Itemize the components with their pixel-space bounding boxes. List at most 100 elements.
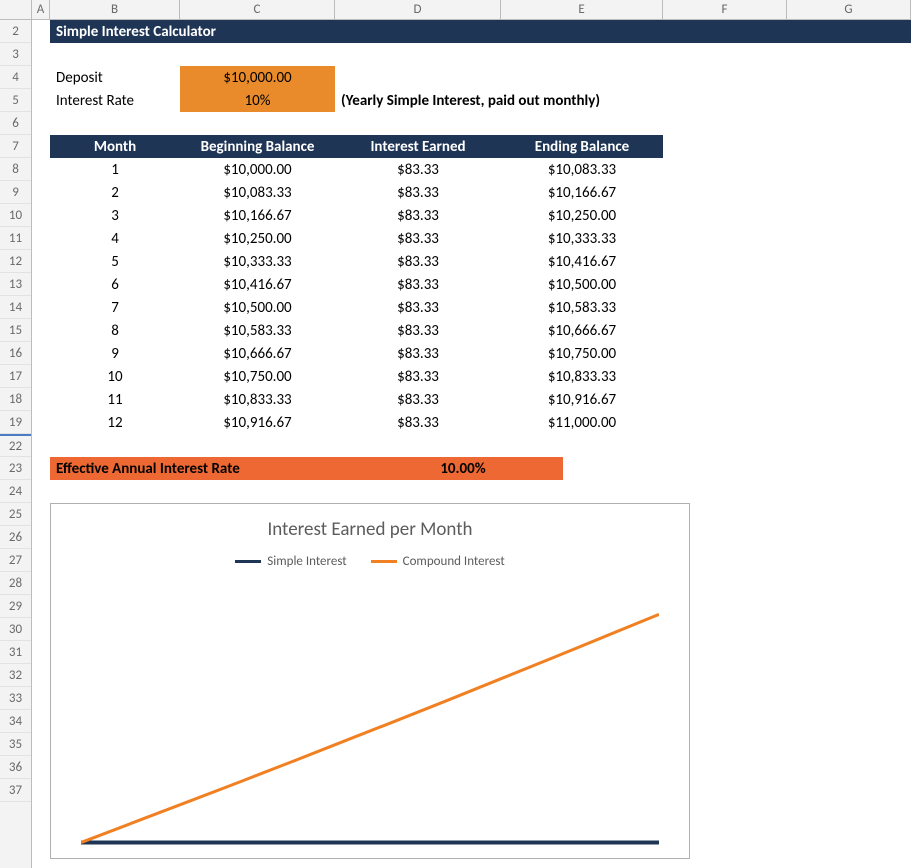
row-header-32[interactable]: 32 [0,664,31,687]
row-header-26[interactable]: 26 [0,526,31,549]
row-header-28[interactable]: 28 [0,572,31,595]
table-cell-interest[interactable]: $83.33 [335,250,501,273]
row-header-18[interactable]: 18 [0,388,31,411]
table-cell-interest[interactable]: $83.33 [335,158,501,181]
table-cell-interest[interactable]: $83.33 [335,296,501,319]
table-cell-month[interactable]: 11 [50,388,180,411]
table-cell-beginning[interactable]: $10,416.67 [180,273,335,296]
row-header-36[interactable]: 36 [0,756,31,779]
row-header-5[interactable]: 5 [0,89,31,112]
table-cell-month[interactable]: 4 [50,227,180,250]
table-cell-ending[interactable]: $11,000.00 [501,411,663,434]
col-header-G[interactable]: G [787,0,911,19]
select-all-corner[interactable] [0,0,32,19]
table-cell-ending[interactable]: $10,333.33 [501,227,663,250]
table-cell-ending[interactable]: $10,916.67 [501,388,663,411]
table-cell-month[interactable]: 7 [50,296,180,319]
row-header-14[interactable]: 14 [0,296,31,319]
row-header-35[interactable]: 35 [0,733,31,756]
row-header-9[interactable]: 9 [0,181,31,204]
table-cell-interest[interactable]: $83.33 [335,411,501,434]
row-header-29[interactable]: 29 [0,595,31,618]
title-banner: Simple Interest Calculator [50,20,911,43]
col-header-B[interactable]: B [50,0,180,19]
row-header-37[interactable]: 37 [0,779,31,802]
table-cell-month[interactable]: 12 [50,411,180,434]
table-cell-ending[interactable]: $10,500.00 [501,273,663,296]
col-header-E[interactable]: E [501,0,663,19]
table-cell-beginning[interactable]: $10,333.33 [180,250,335,273]
row-header-23[interactable]: 23 [0,457,31,480]
th-ending: Ending Balance [501,135,663,158]
row-header-10[interactable]: 10 [0,204,31,227]
row-header-8[interactable]: 8 [0,158,31,181]
table-cell-ending[interactable]: $10,666.67 [501,319,663,342]
col-header-F[interactable]: F [663,0,787,19]
table-cell-beginning[interactable]: $10,166.67 [180,204,335,227]
table-cell-month[interactable]: 5 [50,250,180,273]
table-cell-ending[interactable]: $10,166.67 [501,181,663,204]
table-cell-interest[interactable]: $83.33 [335,342,501,365]
row-header-16[interactable]: 16 [0,342,31,365]
deposit-value-cell[interactable]: $10,000.00 [180,66,335,89]
table-cell-beginning[interactable]: $10,833.33 [180,388,335,411]
effective-rate-value: 10.00% [440,460,485,478]
table-cell-interest[interactable]: $83.33 [335,388,501,411]
legend-item-simple: Simple Interest [235,554,346,569]
table-cell-month[interactable]: 3 [50,204,180,227]
rate-label: Interest Rate [50,89,180,112]
table-cell-month[interactable]: 2 [50,181,180,204]
table-cell-ending[interactable]: $10,833.33 [501,365,663,388]
table-cell-month[interactable]: 6 [50,273,180,296]
table-cell-ending[interactable]: $10,583.33 [501,296,663,319]
row-header-6[interactable]: 6 [0,112,31,135]
table-cell-beginning[interactable]: $10,083.33 [180,181,335,204]
row-header-13[interactable]: 13 [0,273,31,296]
row-header-22[interactable]: 22 [0,434,31,457]
table-cell-ending[interactable]: $10,250.00 [501,204,663,227]
row-header-19[interactable]: 19 [0,411,31,434]
row-header-34[interactable]: 34 [0,710,31,733]
rate-value-cell[interactable]: 10% [180,89,335,112]
row-header-3[interactable]: 3 [0,43,31,66]
col-header-A[interactable]: A [32,0,50,19]
table-cell-beginning[interactable]: $10,583.33 [180,319,335,342]
table-cell-beginning[interactable]: $10,916.67 [180,411,335,434]
row-header-31[interactable]: 31 [0,641,31,664]
cells-area[interactable]: Simple Interest Calculator Deposit $10,0… [32,20,911,868]
table-cell-interest[interactable]: $83.33 [335,319,501,342]
rate-note: (Yearly Simple Interest, paid out monthl… [335,89,735,112]
row-header-17[interactable]: 17 [0,365,31,388]
table-cell-ending[interactable]: $10,416.67 [501,250,663,273]
row-header-2[interactable]: 2 [0,20,31,43]
row-header-27[interactable]: 27 [0,549,31,572]
table-cell-month[interactable]: 8 [50,319,180,342]
row-header-12[interactable]: 12 [0,250,31,273]
row-header-30[interactable]: 30 [0,618,31,641]
col-header-C[interactable]: C [180,0,335,19]
table-cell-beginning[interactable]: $10,250.00 [180,227,335,250]
chart[interactable]: Interest Earned per Month Simple Interes… [50,503,690,859]
table-cell-beginning[interactable]: $10,500.00 [180,296,335,319]
table-cell-beginning[interactable]: $10,666.67 [180,342,335,365]
table-cell-beginning[interactable]: $10,750.00 [180,365,335,388]
row-header-4[interactable]: 4 [0,66,31,89]
col-header-D[interactable]: D [335,0,501,19]
table-cell-beginning[interactable]: $10,000.00 [180,158,335,181]
table-cell-month[interactable]: 10 [50,365,180,388]
table-cell-interest[interactable]: $83.33 [335,365,501,388]
row-header-24[interactable]: 24 [0,480,31,503]
table-cell-interest[interactable]: $83.33 [335,204,501,227]
row-header-25[interactable]: 25 [0,503,31,526]
row-header-7[interactable]: 7 [0,135,31,158]
table-cell-interest[interactable]: $83.33 [335,273,501,296]
row-header-11[interactable]: 11 [0,227,31,250]
row-header-15[interactable]: 15 [0,319,31,342]
table-cell-month[interactable]: 9 [50,342,180,365]
table-cell-month[interactable]: 1 [50,158,180,181]
table-cell-ending[interactable]: $10,083.33 [501,158,663,181]
table-cell-ending[interactable]: $10,750.00 [501,342,663,365]
table-cell-interest[interactable]: $83.33 [335,227,501,250]
table-cell-interest[interactable]: $83.33 [335,181,501,204]
row-header-33[interactable]: 33 [0,687,31,710]
